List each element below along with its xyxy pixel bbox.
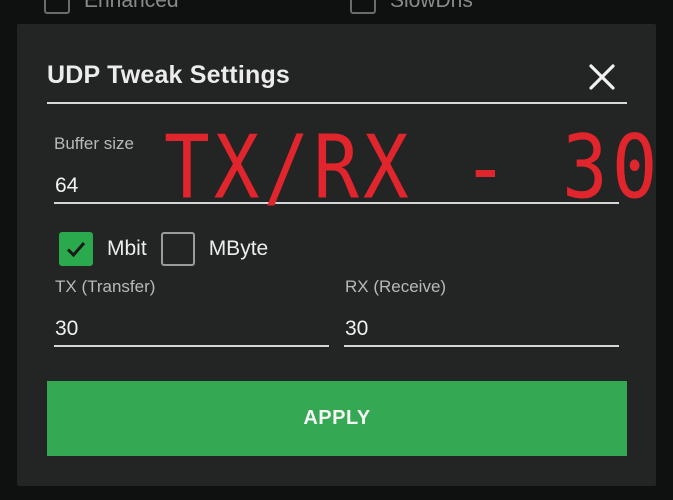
slowdns-option[interactable]: SlowDns (350, 0, 473, 14)
buffer-size-input[interactable]: 64 (55, 174, 78, 198)
buffer-size-label: Buffer size (54, 134, 135, 153)
close-button[interactable] (585, 60, 619, 94)
slowdns-checkbox[interactable] (350, 0, 376, 14)
mbit-checkbox[interactable] (59, 232, 93, 266)
apply-button[interactable]: APPLY (47, 381, 627, 456)
tx-input[interactable]: 30 (55, 317, 78, 341)
enhanced-option[interactable]: Enhanced (44, 0, 179, 14)
dialog-title: UDP Tweak Settings (47, 61, 291, 89)
udp-tweak-dialog: UDP Tweak Settings Buffer size 64 TX/RX … (17, 24, 658, 486)
mbit-label: Mbit (107, 237, 147, 260)
rx-input[interactable]: 30 (345, 317, 368, 341)
checkmark-icon (66, 242, 86, 258)
enhanced-label: Enhanced (84, 0, 179, 12)
enhanced-checkbox[interactable] (44, 0, 70, 14)
unit-options: Mbit MByte (59, 232, 268, 266)
background-options-row: Enhanced SlowDns (0, 0, 673, 22)
title-divider (47, 102, 627, 104)
tx-label: TX (Transfer) (55, 277, 156, 296)
rx-label: RX (Receive) (345, 277, 447, 296)
mbyte-label: MByte (208, 237, 269, 260)
mbyte-checkbox[interactable] (160, 232, 195, 266)
tx-underline (54, 345, 329, 347)
overlay-annotation: TX/RX - 30 (164, 116, 662, 219)
slowdns-label: SlowDns (390, 0, 473, 12)
rx-underline (344, 345, 619, 347)
close-icon (589, 64, 615, 90)
